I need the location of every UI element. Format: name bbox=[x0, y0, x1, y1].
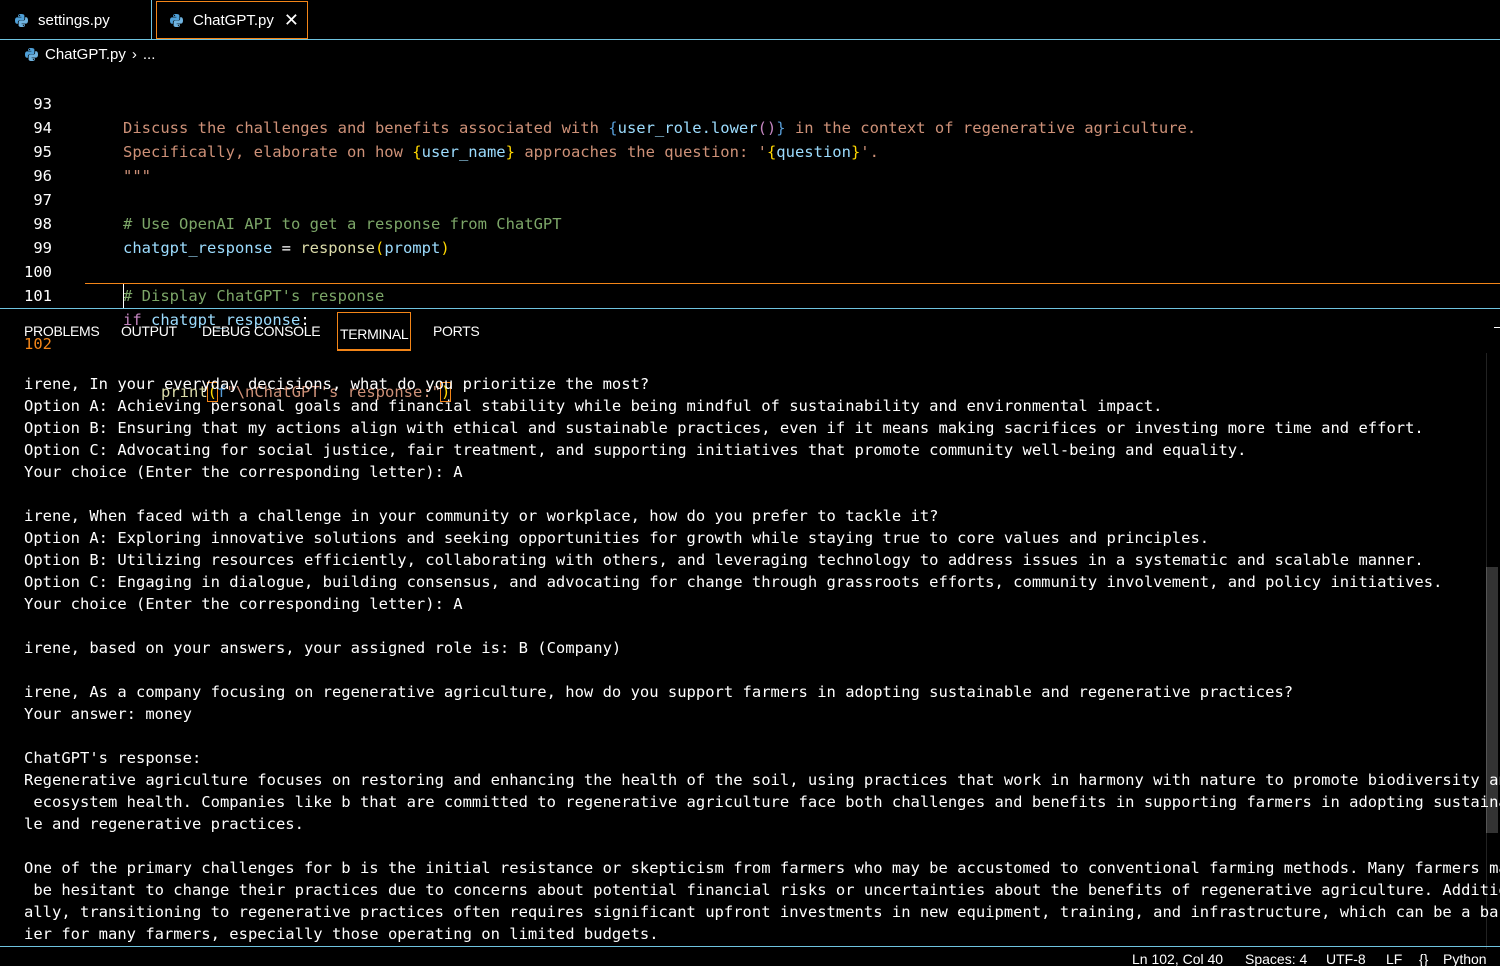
terminal-line: irene, As a company focusing on regenera… bbox=[24, 683, 1294, 701]
terminal-line: Your choice (Enter the corresponding let… bbox=[24, 595, 463, 613]
code-line: 97 # Use OpenAI API to get a response fr… bbox=[0, 164, 1500, 233]
tab-label: settings.py bbox=[38, 11, 110, 29]
python-file-icon bbox=[24, 47, 39, 62]
current-code-line: 102 print(f"\nChatGPT's response:") bbox=[0, 283, 1500, 402]
terminal-line: ecosystem health. Companies like b that … bbox=[24, 793, 1500, 811]
panel-tabs: PROBLEMS OUTPUT DEBUG CONSOLE TERMINAL P… bbox=[0, 309, 1500, 353]
chevron-right-icon: › bbox=[131, 45, 137, 63]
indentation-setting[interactable]: Spaces: 4 bbox=[1245, 950, 1307, 966]
tab-chatgpt-py[interactable]: ChatGPT.py ✕ bbox=[156, 1, 308, 39]
code-line: 100 # Display ChatGPT's response bbox=[0, 236, 1500, 305]
tab-label: ChatGPT.py bbox=[193, 11, 274, 29]
encoding-setting[interactable]: UTF-8 bbox=[1326, 950, 1366, 966]
terminal-line: One of the primary challenges for b is t… bbox=[24, 859, 1500, 877]
terminal-line: Regenerative agriculture focuses on rest… bbox=[24, 771, 1500, 789]
python-file-icon bbox=[169, 13, 184, 28]
breadcrumb: ChatGPT.py › ... bbox=[0, 41, 1500, 67]
code-line: 94 Specifically, elaborate on how {user_… bbox=[0, 92, 1500, 161]
terminal-output[interactable]: irene, In your everyday decisions, what … bbox=[24, 373, 1500, 945]
code-line: 101 if chatgpt_response: bbox=[0, 260, 1500, 329]
terminal-line: ally, transitioning to regenerative prac… bbox=[24, 903, 1500, 921]
current-line-highlight bbox=[85, 283, 1500, 309]
language-mode[interactable]: Python bbox=[1443, 950, 1487, 966]
close-icon[interactable]: ✕ bbox=[284, 10, 299, 30]
code-editor[interactable]: 93 Discuss the challenges and benefits a… bbox=[0, 68, 1500, 402]
editor-tab-bar: settings.py ChatGPT.py ✕ bbox=[0, 0, 1500, 40]
python-file-icon bbox=[14, 13, 29, 28]
code-line: 93 Discuss the challenges and benefits a… bbox=[0, 68, 1500, 137]
cursor-position[interactable]: Ln 102, Col 40 bbox=[1132, 950, 1223, 966]
tab-problems[interactable]: PROBLEMS bbox=[24, 321, 100, 349]
status-bar: Ln 102, Col 40 Spaces: 4 UTF-8 LF {} Pyt… bbox=[0, 946, 1500, 966]
terminal-line: ier for many farmers, especially those o… bbox=[24, 925, 659, 943]
tab-terminal[interactable]: TERMINAL bbox=[337, 312, 412, 351]
tab-ports[interactable]: PORTS bbox=[433, 321, 480, 349]
code-line: 98 chatgpt_response = response(prompt) bbox=[0, 188, 1500, 257]
breadcrumb-more[interactable]: ... bbox=[143, 46, 156, 63]
terminal-line: irene, based on your answers, your assig… bbox=[24, 639, 622, 657]
panel-overflow-marker bbox=[1494, 327, 1500, 328]
terminal-line: Option C: Engaging in dialogue, building… bbox=[24, 573, 1443, 591]
eol-setting[interactable]: LF bbox=[1386, 950, 1402, 966]
terminal-line: le and regenerative practices. bbox=[24, 815, 304, 833]
terminal-line: be hesitant to change their practices du… bbox=[24, 881, 1500, 899]
terminal-line: ChatGPT's response: bbox=[24, 749, 202, 767]
code-line: 95 """ bbox=[0, 116, 1500, 185]
code-line: 96 bbox=[0, 140, 1500, 185]
tab-output[interactable]: OUTPUT bbox=[121, 321, 177, 349]
language-braces-icon: {} bbox=[1419, 951, 1429, 966]
terminal-line: Your answer: money bbox=[24, 705, 192, 723]
terminal-line: Option A: Achieving personal goals and f… bbox=[24, 397, 1163, 415]
terminal-line: Option B: Ensuring that my actions align… bbox=[24, 419, 1424, 437]
terminal-line: Option A: Exploring innovative solutions… bbox=[24, 529, 1210, 547]
terminal-line: irene, In your everyday decisions, what … bbox=[24, 375, 650, 393]
terminal-line: Option C: Advocating for social justice,… bbox=[24, 441, 1247, 459]
tab-debug-console[interactable]: DEBUG CONSOLE bbox=[202, 321, 321, 349]
indent-guide bbox=[123, 284, 124, 308]
code-line: 99 bbox=[0, 212, 1500, 257]
terminal-line: irene, When faced with a challenge in yo… bbox=[24, 507, 939, 525]
bottom-panel: PROBLEMS OUTPUT DEBUG CONSOLE TERMINAL P… bbox=[0, 308, 1500, 949]
terminal-line: Your choice (Enter the corresponding let… bbox=[24, 463, 463, 481]
terminal-line: Option B: Utilizing resources efficientl… bbox=[24, 551, 1424, 569]
breadcrumb-file[interactable]: ChatGPT.py bbox=[45, 46, 126, 63]
tab-settings-py[interactable]: settings.py bbox=[0, 0, 152, 40]
